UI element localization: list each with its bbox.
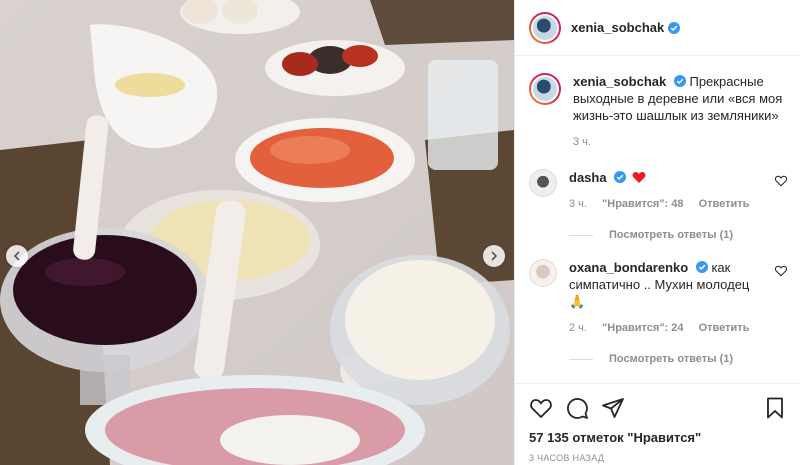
caption-time[interactable]: 3 ч. [573,134,783,151]
view-replies-button[interactable]: Посмотреть ответы (1) [569,353,787,365]
share-icon[interactable] [601,396,625,420]
commenter-username[interactable]: dasha [569,170,607,185]
verified-icon [668,21,681,34]
caption-avatar[interactable] [529,73,561,105]
post-caption: xenia_sobchak Прекрасные выходные в дере… [529,57,787,151]
caption-username[interactable]: xenia_sobchak [573,74,666,89]
commenter-username[interactable]: oxana_bondarenko [569,260,688,275]
view-replies-label: Посмотреть ответы (1) [609,353,734,365]
like-icon[interactable] [529,396,553,420]
commenter-avatar[interactable] [529,169,557,197]
comment-likes[interactable]: "Нравится": 48 [602,198,683,210]
comment-body: oxana_bondarenko как симпатично .. Мухин… [569,259,769,337]
comment-item: oxana_bondarenko как симпатично .. Мухин… [529,259,787,337]
author-avatar[interactable] [529,11,561,44]
action-icons [529,384,787,432]
post-header: xenia_sobchak [515,0,800,56]
chevron-right-icon [491,251,498,261]
comment-actions: 3 ч. "Нравится": 48 Ответить [569,196,769,213]
save-icon[interactable] [763,396,787,420]
comment-icon[interactable] [565,396,589,420]
comment-time[interactable]: 3 ч. [569,198,587,210]
divider [569,234,593,236]
next-photo-button[interactable] [483,245,505,267]
commenter-avatar[interactable] [529,259,557,287]
chevron-left-icon [13,251,20,261]
likes-count[interactable]: 57 135 отметок "Нравится" [529,430,787,445]
comment-time[interactable]: 2 ч. [569,322,587,334]
food-table-photo [0,0,514,465]
comment-actions: 2 ч. "Нравится": 24 Ответить [569,320,769,337]
reply-button[interactable]: Ответить [699,322,750,334]
comment-item: dasha 3 ч. "Нравится": 48 Ответить [529,169,787,213]
comments-section: xenia_sobchak Прекрасные выходные в дере… [515,57,800,383]
verified-icon [695,261,708,273]
instagram-post: xenia_sobchak xenia_sobchak Прекрасные в… [0,0,800,465]
verified-icon [673,75,686,87]
comment-likes[interactable]: "Нравится": 24 [602,322,683,334]
post-timestamp[interactable]: 3 ЧАСОВ НАЗАД [529,453,787,463]
like-comment-icon[interactable] [775,175,787,187]
red-heart-emoji-icon [632,172,646,183]
previous-photo-button[interactable] [6,245,28,267]
divider [569,358,593,360]
verified-icon [614,171,627,183]
post-actions-bar: 57 135 отметок "Нравится" 3 ЧАСОВ НАЗАД [515,383,800,465]
comment-body: dasha 3 ч. "Нравится": 48 Ответить [569,169,769,213]
caption-text-block: xenia_sobchak Прекрасные выходные в дере… [573,73,783,151]
like-comment-icon[interactable] [775,265,787,277]
view-replies-button[interactable]: Посмотреть ответы (1) [569,229,787,241]
post-photo[interactable] [0,0,514,465]
reply-button[interactable]: Ответить [699,198,750,210]
post-sidebar: xenia_sobchak xenia_sobchak Прекрасные в… [514,0,800,465]
author-username[interactable]: xenia_sobchak [571,20,664,35]
praying-hands-emoji-icon: 🙏 [569,294,586,309]
view-replies-label: Посмотреть ответы (1) [609,229,734,241]
